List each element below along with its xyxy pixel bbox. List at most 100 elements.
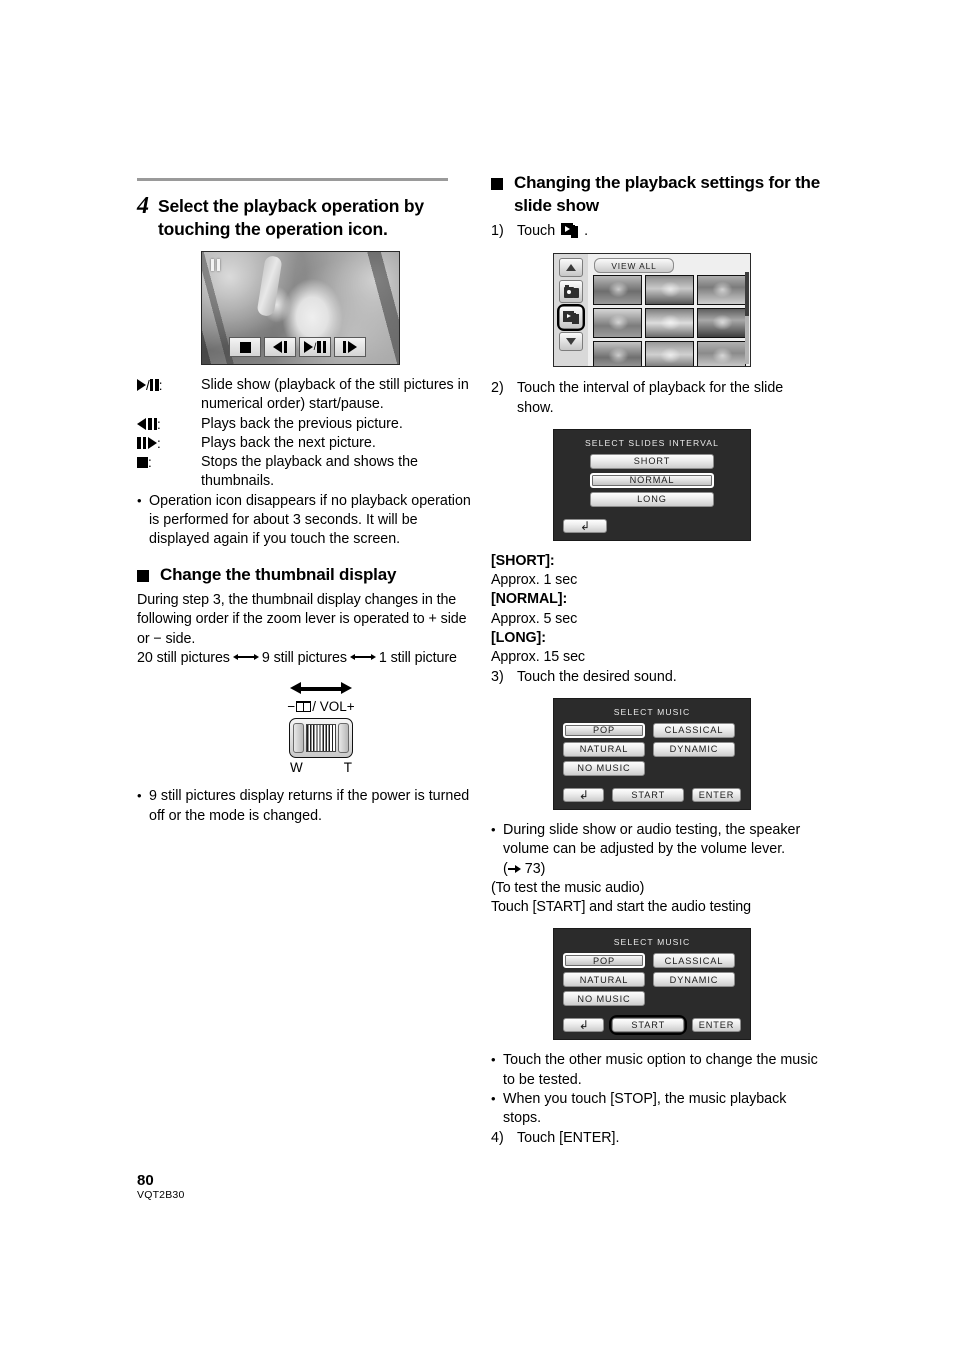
step-2-number: 2) — [491, 380, 504, 397]
thumbnail-item[interactable] — [697, 308, 746, 339]
music-options-grid: POP CLASSICAL NATURAL DYNAMIC NO MUSIC — [554, 722, 750, 776]
thumbnail-item[interactable] — [645, 275, 694, 306]
step-2-text: Touch the interval of playback for the s… — [517, 380, 784, 416]
thumbnail-display-paragraph: During step 3, the thumbnail display cha… — [137, 591, 471, 649]
slideshow-mode-button[interactable] — [557, 304, 585, 332]
music-pop-button[interactable]: POP — [563, 953, 645, 969]
interval-short-button[interactable]: SHORT — [590, 453, 714, 469]
play-pause-button[interactable]: / — [299, 337, 331, 357]
music-classical-button[interactable]: CLASSICAL — [653, 722, 735, 738]
view-all-screen-figure: VIEW ALL — [553, 253, 751, 368]
thumbnail-item[interactable] — [697, 275, 746, 306]
normal-label: [NORMAL]: — [491, 591, 568, 608]
audio-test-title: (To test the music audio) — [491, 879, 645, 896]
music-dynamic-button[interactable]: DYNAMIC — [653, 741, 735, 757]
interval-long-button[interactable]: LONG — [590, 491, 714, 507]
note-volume-lever: During slide show or audio testing, the … — [491, 820, 821, 879]
interval-row: LONG — [554, 491, 750, 507]
stop-button[interactable] — [229, 337, 261, 357]
thumbnail-item[interactable] — [645, 308, 694, 339]
playback-settings-title: Changing the playback settings for the s… — [514, 173, 820, 215]
enter-button[interactable]: ENTER — [692, 787, 741, 802]
lever-texture — [306, 724, 336, 753]
legend-item: : Plays back the next picture. — [137, 434, 471, 453]
lever-plus: + — [346, 699, 355, 715]
select-music-screen-1: SELECT MUSIC POP CLASSICAL NATURAL DYNAM… — [553, 697, 751, 810]
note-thumbnail-reset: 9 still pictures display returns if the … — [137, 786, 471, 826]
music-action-row: ↲ START ENTER — [563, 1015, 741, 1036]
lever-wt-labels: W T — [290, 760, 352, 775]
minus-symbol: − — [153, 630, 162, 647]
play-pause-icon: /: — [137, 376, 201, 415]
step-4-number: 4) — [491, 1129, 504, 1146]
back-button[interactable]: ↲ — [563, 518, 607, 533]
thumbnail-item[interactable] — [697, 341, 746, 367]
zoom-lever-control[interactable] — [289, 718, 353, 759]
thumbnail-view-icon — [296, 701, 312, 713]
select-music-screen-2: SELECT MUSIC POP CLASSICAL NATURAL DYNAM… — [553, 928, 751, 1041]
thumbnail-item[interactable] — [645, 341, 694, 367]
back-button[interactable]: ↲ — [563, 787, 605, 802]
operation-icon-bar: / — [229, 337, 366, 357]
lever-w-label: W — [290, 760, 303, 776]
start-button[interactable]: START — [609, 1015, 687, 1036]
step-4-right: 4) Touch [ENTER]. — [491, 1129, 821, 1148]
manual-page: 4 Select the playback operation by touch… — [0, 0, 954, 1348]
normal-value: Approx. 5 sec — [491, 610, 578, 627]
thumbnail-grid — [590, 275, 750, 367]
note-change-music: Touch the other music option to change t… — [491, 1050, 821, 1090]
step-1: 1) Touch . — [491, 222, 821, 241]
photo-mode-button[interactable] — [559, 280, 583, 304]
step-4-text: Touch [ENTER]. — [517, 1129, 620, 1146]
music-pop-button[interactable]: POP — [563, 722, 645, 738]
lever-label: − / VOL+ — [271, 699, 371, 715]
step-4-number: 4 — [137, 193, 149, 219]
music-screen-title: SELECT MUSIC — [613, 937, 691, 948]
lever-direction-arrow-icon — [290, 682, 352, 695]
music-natural-button[interactable]: NATURAL — [563, 972, 645, 988]
section-divider — [137, 178, 448, 181]
music-row: NO MUSIC — [563, 991, 741, 1007]
audio-test-text: Touch [START] and start the audio testin… — [491, 899, 752, 916]
previous-button[interactable] — [264, 337, 296, 357]
note-operation-icon: Operation icon disappears if no playback… — [137, 491, 471, 550]
view-all-button[interactable]: VIEW ALL — [594, 258, 674, 274]
long-value: Approx. 15 sec — [491, 649, 585, 666]
music-dynamic-button[interactable]: DYNAMIC — [653, 972, 735, 988]
thumbnail-item[interactable] — [593, 275, 642, 306]
slideshow-icon — [561, 223, 579, 238]
music-no-music-button[interactable]: NO MUSIC — [563, 760, 645, 776]
enter-button[interactable]: ENTER — [692, 1018, 741, 1033]
short-label: [SHORT]: — [491, 552, 555, 569]
lever-cap-right — [338, 723, 349, 754]
legend-item-text: Stops the playback and shows the thumbna… — [201, 454, 418, 490]
interval-definitions: [SHORT]: Approx. 1 sec [NORMAL]: Approx.… — [491, 552, 821, 668]
next-icon: : — [137, 434, 201, 453]
playback-settings-heading: Changing the playback settings for the s… — [491, 172, 821, 217]
next-button[interactable] — [334, 337, 366, 357]
interval-normal-button[interactable]: NORMAL — [590, 472, 714, 488]
scroll-up-button[interactable] — [559, 258, 583, 278]
music-row: NATURAL DYNAMIC — [563, 741, 741, 757]
back-button[interactable]: ↲ — [563, 1018, 605, 1033]
bullet-square-icon — [137, 569, 149, 582]
music-classical-button[interactable]: CLASSICAL — [653, 953, 735, 969]
music-no-music-button[interactable]: NO MUSIC — [563, 991, 645, 1007]
scrollbar[interactable] — [745, 272, 749, 365]
double-arrow-icon — [349, 653, 376, 661]
step-3: 3) Touch the desired sound. — [491, 668, 821, 687]
document-code: VQT2B30 — [137, 1189, 185, 1201]
thumbnail-item[interactable] — [593, 341, 642, 367]
arrow-right-icon — [507, 864, 521, 874]
double-arrow-icon — [232, 653, 259, 661]
bullet-square-icon — [491, 178, 503, 190]
thumbnail-display-title: Change the thumbnail display — [160, 564, 397, 584]
thumbnail-item[interactable] — [593, 308, 642, 339]
interval-row: NORMAL — [554, 472, 750, 488]
music-natural-button[interactable]: NATURAL — [563, 741, 645, 757]
page-reference-number: 73 — [524, 860, 541, 877]
start-button[interactable]: START — [612, 787, 685, 802]
scroll-down-button[interactable] — [559, 332, 583, 352]
music-row: NO MUSIC — [563, 760, 741, 776]
music-screen-title: SELECT MUSIC — [613, 706, 691, 717]
